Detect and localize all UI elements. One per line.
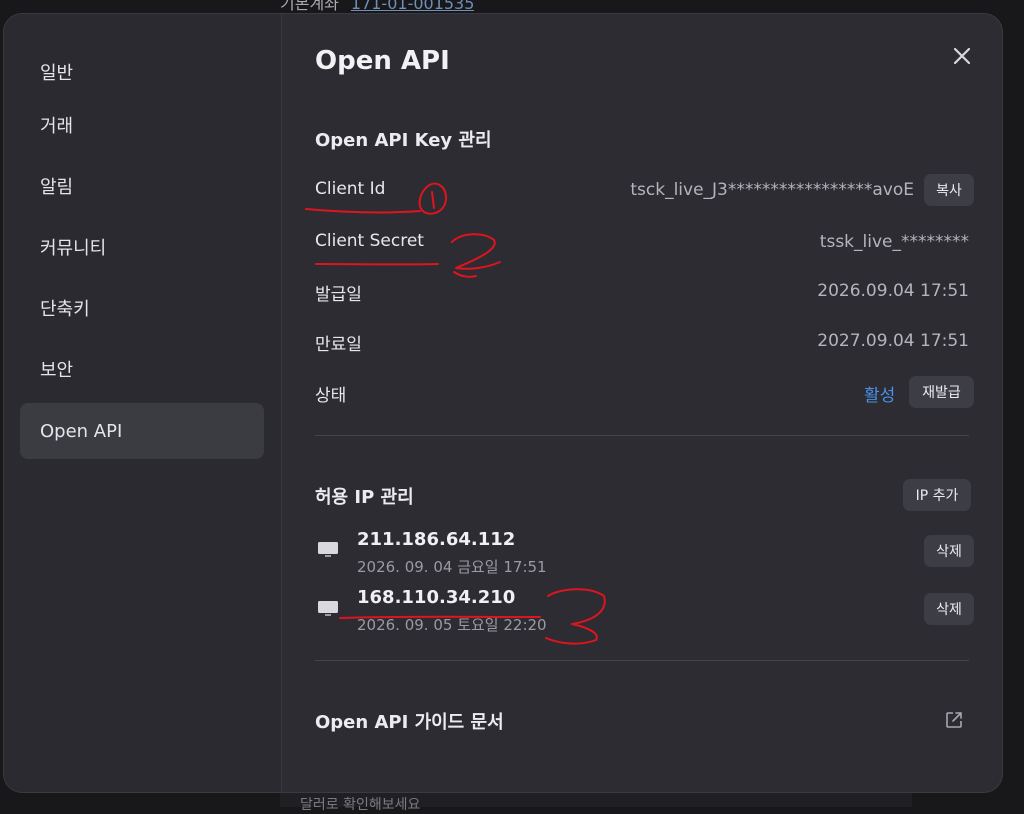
ip-added-date: 2026. 09. 04 금요일 17:51 xyxy=(357,556,547,577)
ip-address: 168.110.34.210 xyxy=(357,587,515,608)
sidebar-item-trading[interactable]: 거래 xyxy=(20,97,264,153)
reissue-button[interactable]: 재발급 xyxy=(909,376,974,408)
background-hint-text: 달러로 확인해보세요 xyxy=(300,794,420,814)
ip-section-title: 허용 IP 관리 xyxy=(315,483,414,509)
sidebar-item-label: 거래 xyxy=(40,112,73,138)
background-account-label: 기본계좌 xyxy=(280,0,339,12)
monitor-icon xyxy=(317,600,339,618)
client-id-label: Client Id xyxy=(315,179,385,199)
delete-ip-button[interactable]: 삭제 xyxy=(924,593,974,625)
ip-address: 211.186.64.112 xyxy=(357,529,515,550)
sidebar-item-label: Open API xyxy=(40,421,122,442)
sidebar-item-community[interactable]: 커뮤니티 xyxy=(20,219,264,275)
client-id-value: tsck_live_J3*****************avoE xyxy=(630,180,914,200)
sidebar-item-notifications[interactable]: 알림 xyxy=(20,158,264,214)
sidebar-item-label: 알림 xyxy=(40,173,73,199)
client-secret-value: tssk_live_******** xyxy=(820,232,969,252)
status-badge: 활성 xyxy=(864,381,895,406)
sidebar-item-security[interactable]: 보안 xyxy=(20,341,264,397)
sidebar-item-open-api[interactable]: Open API xyxy=(20,403,264,459)
status-label: 상태 xyxy=(315,381,346,406)
add-ip-button[interactable]: IP 추가 xyxy=(903,479,971,511)
ip-added-date: 2026. 09. 05 토요일 22:20 xyxy=(357,614,547,635)
sidebar-item-shortcuts[interactable]: 단축키 xyxy=(20,280,264,336)
settings-sidebar: 일반 거래 알림 커뮤니티 단축키 보안 Open API xyxy=(4,14,282,792)
sidebar-item-label: 일반 xyxy=(40,59,73,85)
sidebar-item-general[interactable]: 일반 xyxy=(20,44,264,100)
sidebar-item-label: 보안 xyxy=(40,356,73,382)
section-divider xyxy=(315,660,969,661)
issued-date-label: 발급일 xyxy=(315,280,362,305)
expiry-date-label: 만료일 xyxy=(315,330,362,355)
page-title: Open API xyxy=(315,46,450,76)
settings-modal: 일반 거래 알림 커뮤니티 단축키 보안 Open API Open API O… xyxy=(4,14,1002,792)
sidebar-item-label: 커뮤니티 xyxy=(40,234,106,260)
background-account-header: 기본계좌 171-01-001535 xyxy=(280,0,474,12)
section-divider xyxy=(315,435,969,436)
api-guide-link[interactable]: Open API 가이드 문서 xyxy=(315,708,504,734)
copy-button[interactable]: 복사 xyxy=(924,174,974,206)
close-icon[interactable] xyxy=(950,44,974,68)
delete-ip-button[interactable]: 삭제 xyxy=(924,535,974,567)
client-secret-label: Client Secret xyxy=(315,231,424,251)
background-account-number[interactable]: 171-01-001535 xyxy=(351,0,475,12)
issued-date-value: 2026.09.04 17:51 xyxy=(817,281,969,301)
key-section-title: Open API Key 관리 xyxy=(315,126,492,152)
sidebar-item-label: 단축키 xyxy=(40,295,90,321)
external-link-icon[interactable] xyxy=(944,710,964,730)
expiry-date-value: 2027.09.04 17:51 xyxy=(817,331,969,351)
monitor-icon xyxy=(317,541,339,559)
settings-content: Open API Open API Key 관리 Client Id tsck_… xyxy=(282,14,1002,792)
